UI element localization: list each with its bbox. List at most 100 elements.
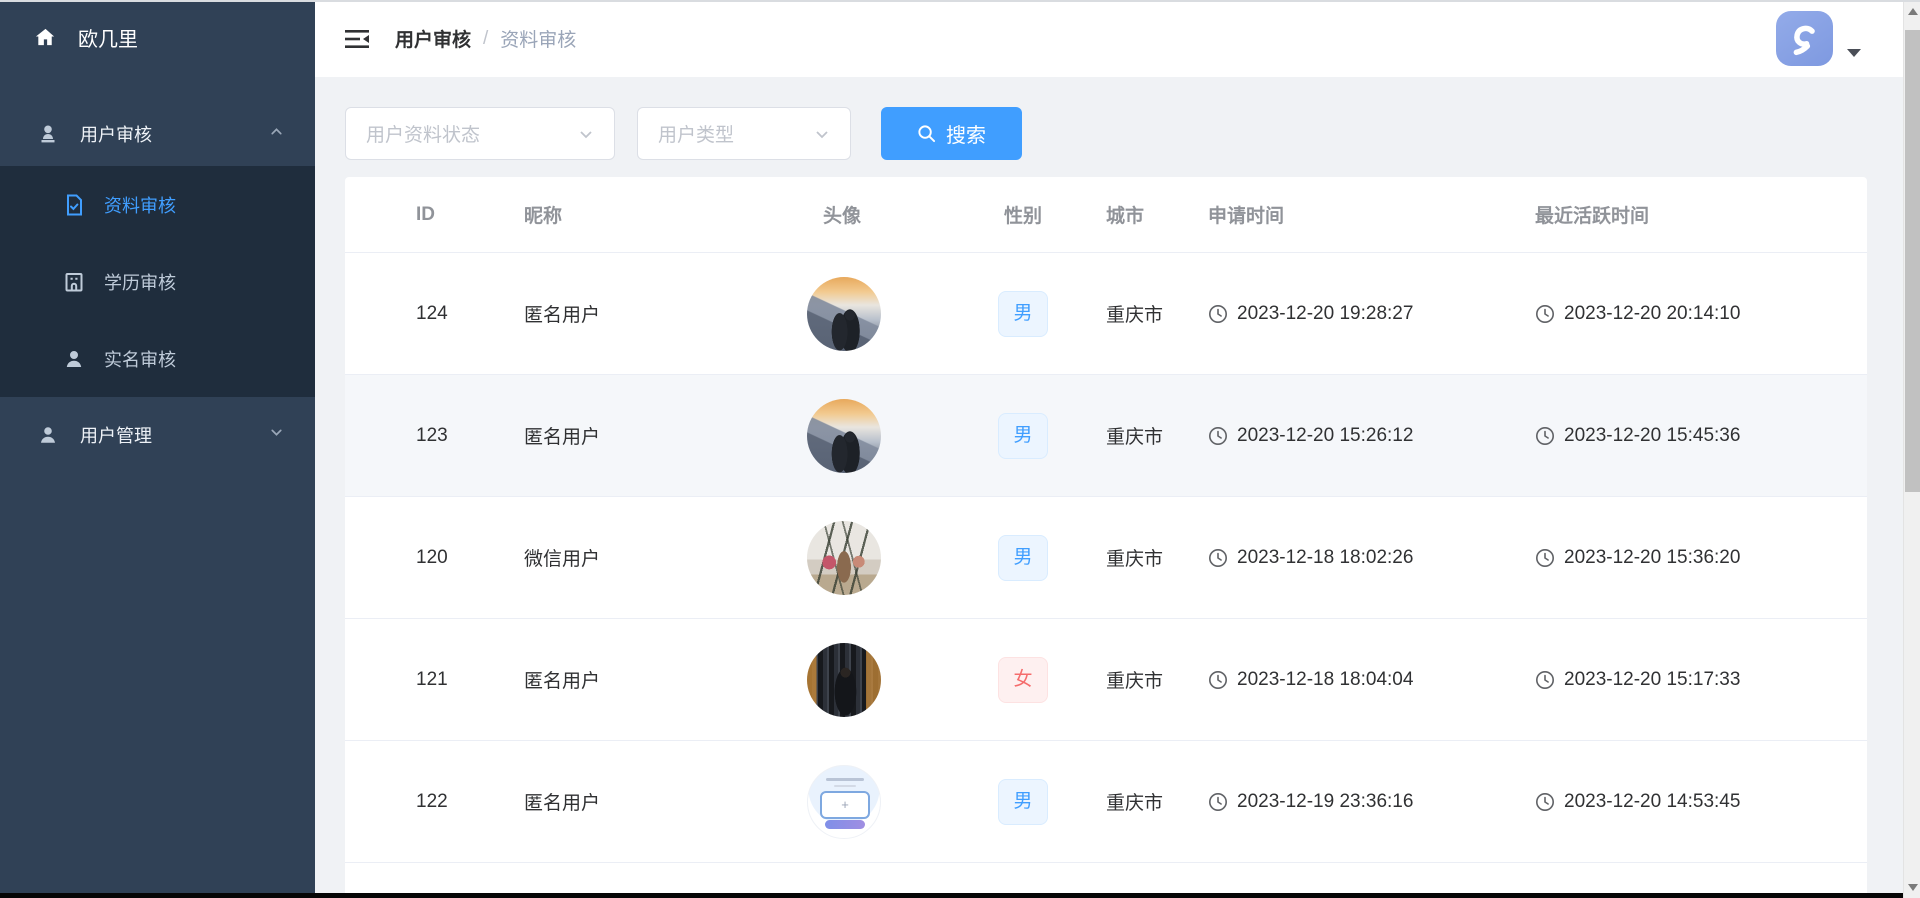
topbar: 用户审核 / 资料审核 — [315, 0, 1903, 77]
avatar-image[interactable] — [807, 521, 881, 595]
review-table-card: ID昵称头像性别城市申请时间最近活跃时间 124匿名用户男重庆市2023-12-… — [345, 177, 1867, 894]
browser-scrollbar[interactable] — [1903, 0, 1920, 898]
cell-avatar — [823, 521, 1004, 595]
filter-bar: 用户资料状态 用户类型 搜索 — [345, 107, 1873, 160]
cell-active-time-text: 2023-12-20 15:45:36 — [1564, 425, 1740, 447]
cell-apply-time: 2023-12-20 15:26:12 — [1208, 425, 1535, 447]
clock-icon — [1208, 792, 1228, 812]
cell-nickname: 匿名用户 — [524, 422, 823, 449]
breadcrumb: 用户审核 / 资料审核 — [395, 25, 576, 52]
cell-apply-time-text: 2023-12-20 19:28:27 — [1237, 303, 1413, 325]
avatar-placeholder-textline — [834, 785, 856, 787]
table-row[interactable]: 120微信用户 男重庆市 2023-12-18 18:02:26 2023-12-20… — [345, 497, 1867, 619]
clock-icon — [1535, 792, 1555, 812]
sidebar-menu: 用户审核资料审核学历审核实名审核用户管理 — [0, 102, 315, 467]
audit-icon — [36, 122, 60, 146]
cell-gender: 男 — [1004, 413, 1106, 459]
cell-apply-time-text: 2023-12-20 15:26:12 — [1237, 425, 1413, 447]
cell-active-time: 2023-12-20 15:17:33 — [1535, 669, 1867, 691]
sidebar-logo-label: 欧几里 — [78, 23, 138, 52]
sidebar-collapse-icon[interactable] — [345, 27, 371, 51]
column-header: 城市 — [1106, 201, 1208, 228]
table-row[interactable]: 124匿名用户男重庆市2023-12-20 19:28:272023-12-20… — [345, 253, 1867, 375]
sidebar-item-user[interactable]: 用户管理 — [0, 403, 315, 467]
sidebar-logo-home[interactable]: 欧几里 — [0, 0, 315, 74]
table-header-row: ID昵称头像性别城市申请时间最近活跃时间 — [345, 177, 1867, 253]
cell-active-time: 2023-12-20 20:14:10 — [1535, 303, 1867, 325]
user-menu-caret-icon[interactable] — [1847, 49, 1861, 57]
scrollbar-up-arrow-icon[interactable] — [1904, 2, 1920, 20]
gender-badge: 男 — [998, 291, 1048, 337]
person-icon — [62, 347, 86, 371]
clock-icon — [1208, 426, 1228, 446]
home-icon — [33, 25, 57, 49]
breadcrumb-current: 资料审核 — [500, 25, 576, 52]
cell-apply-time-text: 2023-12-19 23:36:16 — [1237, 791, 1413, 813]
sidebar-item-label: 用户管理 — [80, 422, 152, 448]
sidebar-submenu: 资料审核学历审核实名审核 — [0, 166, 315, 397]
chevron-down-icon — [268, 424, 285, 446]
cell-city: 重庆市 — [1106, 422, 1208, 449]
clock-icon — [1535, 426, 1555, 446]
avatar-image[interactable] — [807, 277, 881, 351]
cell-apply-time-text: 2023-12-18 18:02:26 — [1237, 547, 1413, 569]
window-bottom-edge — [0, 893, 1903, 898]
table-row[interactable]: 122匿名用户+男重庆市2023-12-19 23:36:162023-12-2… — [345, 741, 1867, 863]
column-header: 昵称 — [524, 201, 823, 228]
user-type-select[interactable]: 用户类型 — [637, 107, 851, 160]
cell-nickname: 微信用户 — [524, 544, 823, 571]
cell-apply-time: 2023-12-18 18:02:26 — [1208, 547, 1535, 569]
cell-city: 重庆市 — [1106, 666, 1208, 693]
cell-active-time-text: 2023-12-20 15:36:20 — [1564, 547, 1740, 569]
search-button[interactable]: 搜索 — [881, 107, 1022, 160]
sidebar-subitem-doc[interactable]: 资料审核 — [0, 166, 315, 243]
sidebar-subitem-school[interactable]: 学历审核 — [0, 243, 315, 320]
scrollbar-thumb[interactable] — [1905, 30, 1920, 492]
cell-apply-time: 2023-12-18 18:04:04 — [1208, 669, 1535, 691]
cell-avatar — [823, 878, 1004, 894]
sidebar-subitem-person[interactable]: 实名审核 — [0, 320, 315, 397]
cell-apply-time: 2023-12-20 19:28:27 — [1208, 303, 1535, 325]
column-header: ID — [345, 204, 524, 226]
user-icon — [36, 423, 60, 447]
table-row[interactable] — [345, 863, 1867, 894]
gender-badge: 男 — [998, 413, 1048, 459]
chevron-up-icon — [268, 123, 285, 145]
scrollbar-down-arrow-icon[interactable] — [1904, 878, 1920, 896]
upload-pill-button — [825, 820, 865, 829]
status-select[interactable]: 用户资料状态 — [345, 107, 615, 160]
cell-city: 重庆市 — [1106, 788, 1208, 815]
avatar-image[interactable] — [807, 643, 881, 717]
school-icon — [62, 270, 86, 294]
cell-active-time-text: 2023-12-20 15:17:33 — [1564, 669, 1740, 691]
user-avatar[interactable] — [1776, 11, 1833, 66]
avatar-image[interactable]: + — [807, 765, 881, 839]
table-row[interactable]: 123匿名用户男重庆市2023-12-20 15:26:122023-12-20… — [345, 375, 1867, 497]
status-select-placeholder: 用户资料状态 — [366, 120, 480, 147]
table-row[interactable]: 121匿名用户女重庆市2023-12-18 18:04:042023-12-20… — [345, 619, 1867, 741]
sidebar-subitem-label: 学历审核 — [104, 269, 176, 295]
column-header: 头像 — [823, 201, 1004, 228]
cell-active-time: 2023-12-20 15:36:20 — [1535, 547, 1867, 569]
cell-id: 123 — [345, 425, 524, 447]
app-root: 欧几里 用户审核资料审核学历审核实名审核用户管理 用户审核 / 资料审核 — [0, 0, 1903, 898]
cell-id: 120 — [345, 547, 524, 569]
cell-avatar — [823, 399, 1004, 473]
clock-icon — [1535, 548, 1555, 568]
upload-plus-box: + — [820, 791, 870, 819]
search-button-label: 搜索 — [946, 119, 986, 148]
sidebar-subitem-label: 实名审核 — [104, 346, 176, 372]
sidebar-item-audit[interactable]: 用户审核 — [0, 102, 315, 166]
clock-icon — [1208, 548, 1228, 568]
user-type-select-placeholder: 用户类型 — [658, 120, 734, 147]
column-header: 申请时间 — [1208, 201, 1535, 228]
cell-active-time: 2023-12-20 15:45:36 — [1535, 425, 1867, 447]
table-body: 124匿名用户男重庆市2023-12-20 19:28:272023-12-20… — [345, 253, 1867, 894]
cell-city: 重庆市 — [1106, 544, 1208, 571]
cell-gender: 男 — [1004, 535, 1106, 581]
column-header: 性别 — [1004, 201, 1106, 228]
cell-nickname: 匿名用户 — [524, 300, 823, 327]
breadcrumb-parent[interactable]: 用户审核 — [395, 25, 471, 52]
avatar-image[interactable] — [807, 399, 881, 473]
clock-icon — [1535, 304, 1555, 324]
